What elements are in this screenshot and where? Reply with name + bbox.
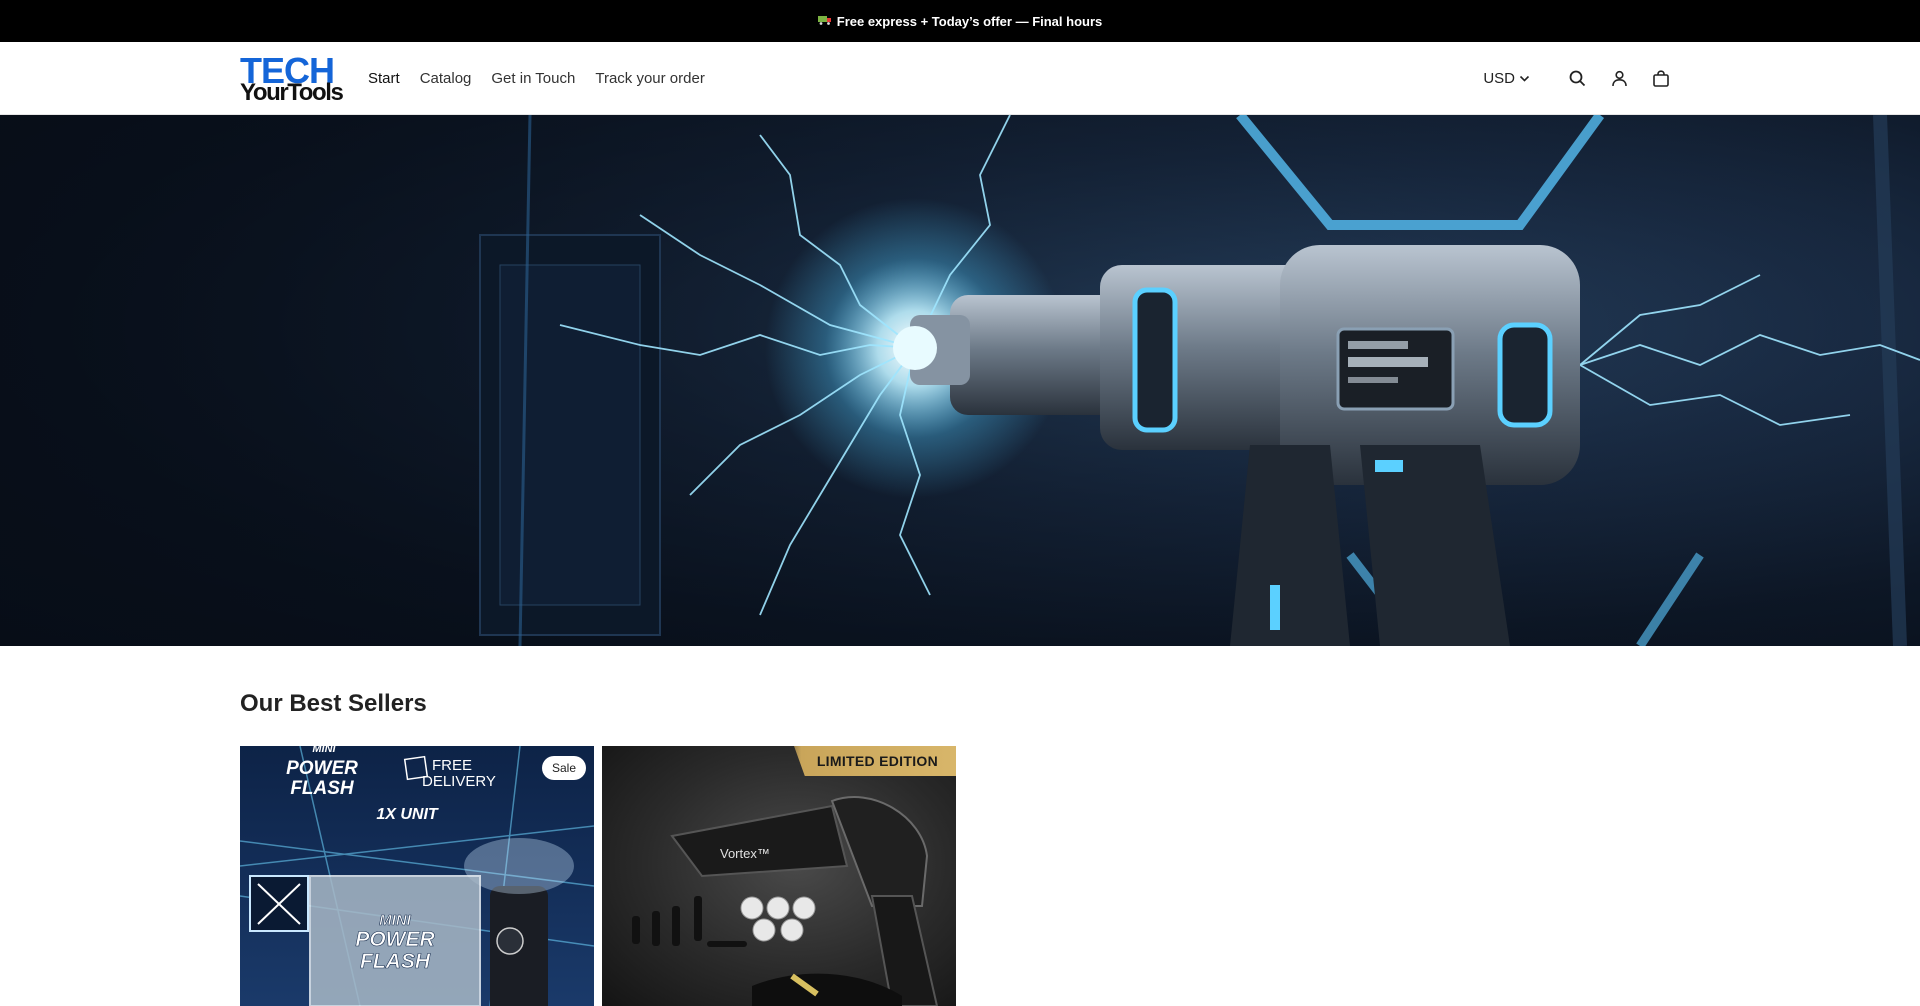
- announcement-bar: Free express + Today’s offer — Final hou…: [0, 0, 1920, 42]
- nav-start[interactable]: Start: [368, 70, 400, 87]
- promo-text-mini: MINI: [312, 746, 336, 755]
- promo-text-flash: FLASH: [290, 778, 355, 799]
- product-image-mini-power-flash: MINI POWER FLASH MINI POWER FLASH FREE D…: [240, 746, 594, 1006]
- logo-line-2: YourTools: [240, 79, 344, 106]
- box-text-flash: FLASH: [360, 950, 431, 973]
- product-brand-text: Vortex™: [720, 846, 770, 861]
- product-card[interactable]: Vortex™ LIMITED EDITION: [602, 746, 956, 1006]
- hero-image: [0, 115, 1920, 646]
- nav-track-order[interactable]: Track your order: [595, 70, 704, 87]
- box-text-mini: MINI: [379, 912, 411, 929]
- product-card[interactable]: MINI POWER FLASH MINI POWER FLASH FREE D…: [240, 746, 594, 1006]
- promo-text-delivery: DELIVERY: [422, 773, 496, 790]
- sale-badge: Sale: [541, 756, 586, 780]
- nav-catalog[interactable]: Catalog: [420, 70, 472, 87]
- store-logo[interactable]: TECH YourTools: [240, 53, 348, 106]
- account-icon[interactable]: [1608, 68, 1630, 90]
- cart-icon[interactable]: [1650, 68, 1672, 90]
- currency-selector[interactable]: USD: [1483, 70, 1530, 87]
- site-header: TECH YourTools Start Catalog Get in Touc…: [0, 42, 1920, 115]
- product-image-vortex: Vortex™: [632, 796, 939, 1006]
- announcement-text: Free express + Today’s offer — Final hou…: [836, 13, 1103, 29]
- header-actions: USD: [1483, 42, 1672, 115]
- hero-banner[interactable]: [0, 115, 1920, 646]
- chevron-down-icon: [1519, 75, 1530, 82]
- section-title-best-sellers: Our Best Sellers: [240, 690, 427, 717]
- ribbon-label: LIMITED EDITION: [816, 753, 938, 769]
- main-nav: Start Catalog Get in Touch Track your or…: [368, 42, 725, 115]
- promo-text-free: FREE: [432, 757, 472, 774]
- nav-get-in-touch[interactable]: Get in Touch: [491, 70, 575, 87]
- promo-text-power: POWER: [286, 758, 358, 779]
- currency-label: USD: [1483, 70, 1515, 87]
- search-icon[interactable]: [1566, 68, 1588, 90]
- truck-icon: [817, 14, 832, 28]
- promo-text-units: 1X UNIT: [376, 806, 439, 823]
- box-text-power: POWER: [355, 928, 435, 951]
